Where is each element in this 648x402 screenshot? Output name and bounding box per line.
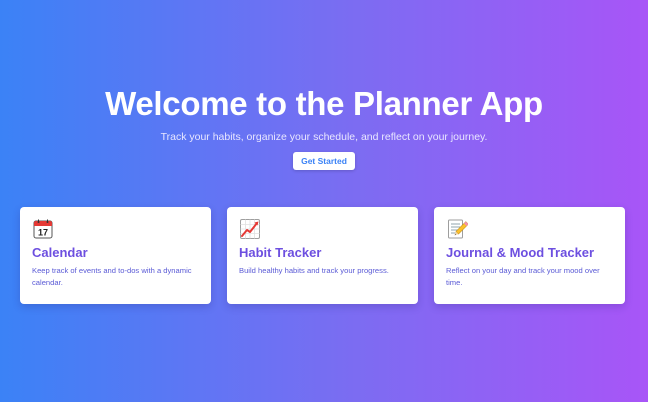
feature-cards: 17 Calendar Keep track of events and to-… [20,207,625,304]
page-title: Welcome to the Planner App [105,85,543,122]
hero-section: Welcome to the Planner App Track your ha… [0,84,648,170]
feature-description-journal: Reflect on your day and track your mood … [446,266,600,287]
get-started-button[interactable]: Get Started [293,152,355,170]
feature-description-calendar: Keep track of events and to-dos with a d… [32,266,192,287]
hero-subtitle: Track your habits, organize your schedul… [160,131,488,143]
feature-title-journal: Journal & Mood Tracker [446,245,595,260]
calendar-icon: 17 [33,219,53,239]
feature-title-calendar: Calendar [32,245,88,260]
feature-card-calendar[interactable]: 17 Calendar Keep track of events and to-… [20,207,211,304]
feature-card-habit-tracker[interactable]: Habit Tracker Build healthy habits and t… [227,207,418,304]
feature-card-journal[interactable]: Journal & Mood Tracker Reflect on your d… [434,207,625,304]
calendar-icon-date: 17 [38,228,48,238]
memo-pencil-icon [448,219,468,239]
chart-increasing-icon [240,219,260,239]
feature-title-habit-tracker: Habit Tracker [239,245,322,260]
feature-description-habit-tracker: Build healthy habits and track your prog… [239,266,389,275]
